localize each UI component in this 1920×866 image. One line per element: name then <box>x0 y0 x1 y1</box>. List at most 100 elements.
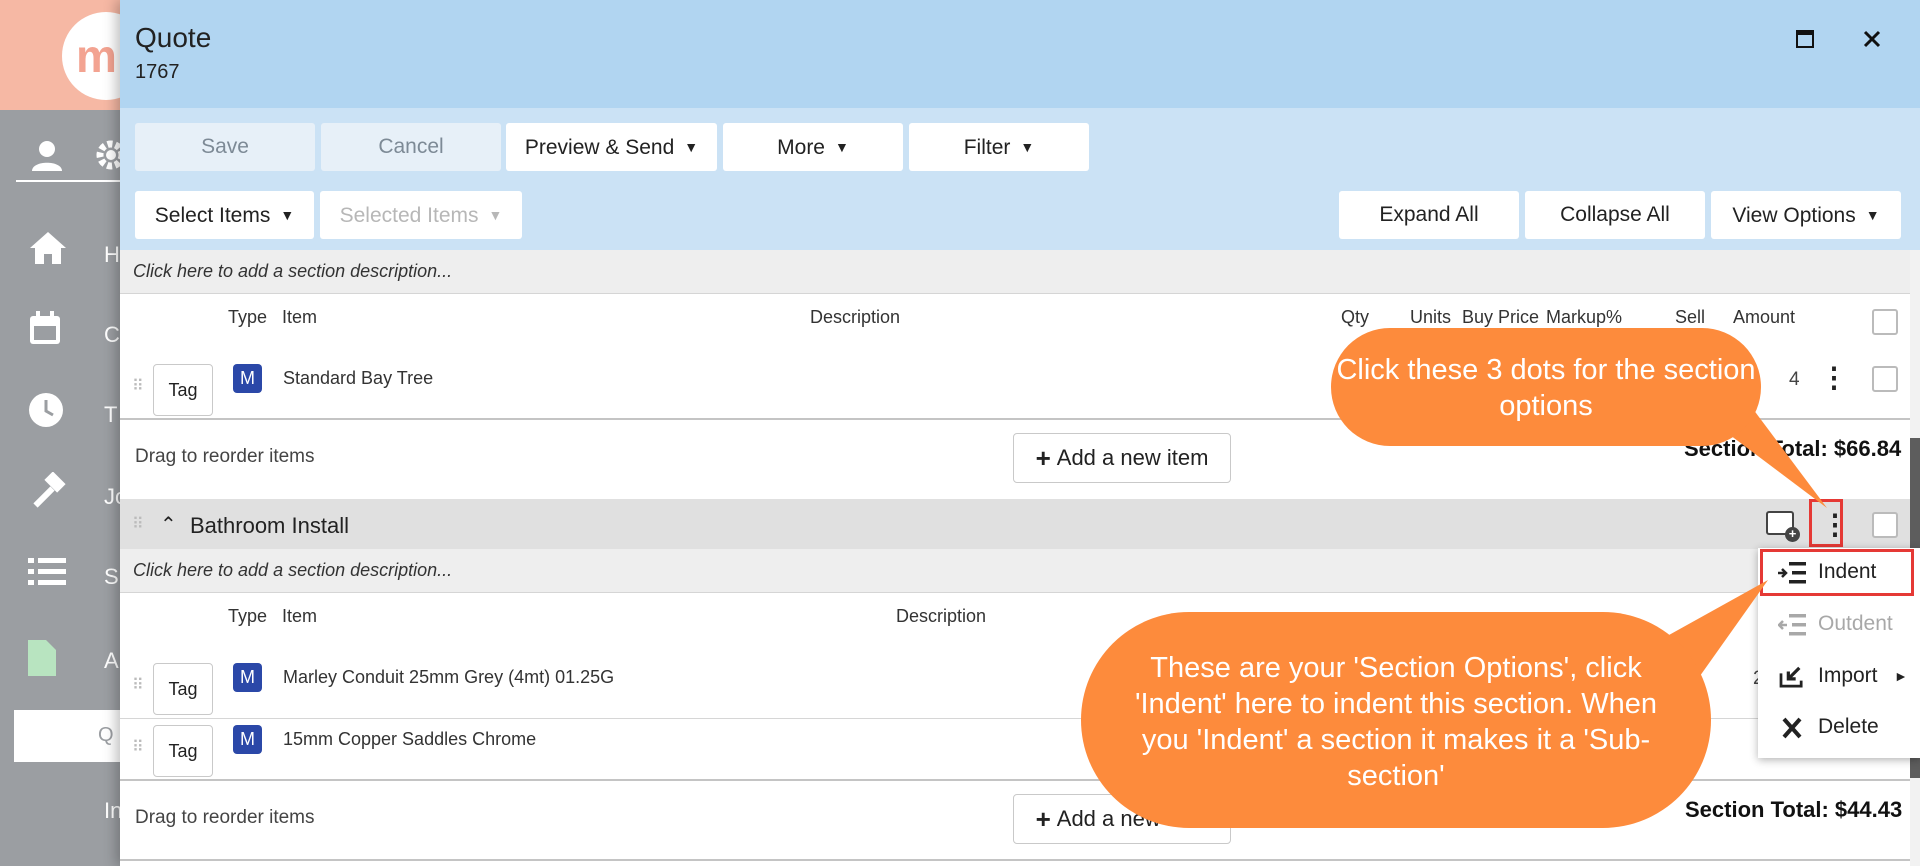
section-description-input[interactable]: Click here to add a section description.… <box>120 549 1910 593</box>
callout-section-options: These are your 'Section Options', click … <box>1081 612 1711 828</box>
column-markup: Markup% <box>1546 307 1623 327</box>
item-checkbox[interactable] <box>1872 366 1898 392</box>
quote-number: 1767 <box>135 61 180 83</box>
select-all-checkbox[interactable] <box>1872 309 1898 335</box>
item-name[interactable]: 15mm Copper Saddles Chrome <box>283 729 536 750</box>
column-sell: Sell <box>1675 307 1706 327</box>
tag-button[interactable]: Tag <box>153 663 213 715</box>
column-item: Item <box>282 606 318 626</box>
drag-hint: Drag to reorder items <box>135 807 315 828</box>
drag-handle-icon[interactable]: ⠿ <box>132 514 144 534</box>
close-icon[interactable] <box>1857 24 1887 54</box>
section-description-input[interactable]: Click here to add a section description.… <box>120 250 1910 294</box>
preview-send-button[interactable]: Preview & Send ▼ <box>506 123 717 171</box>
material-badge: M <box>233 725 262 754</box>
outdent-icon <box>1778 614 1806 636</box>
drag-handle-icon[interactable]: ⠿ <box>132 376 144 396</box>
preview-send-label: Preview & Send <box>524 136 675 159</box>
list-icon <box>28 558 66 585</box>
menu-item-import[interactable]: Import ► <box>1758 652 1920 700</box>
more-label: More <box>777 136 825 159</box>
home-icon <box>30 232 66 264</box>
hammer-icon <box>33 472 66 508</box>
callout-section-dots: Click these 3 dots for the section optio… <box>1331 328 1761 446</box>
selected-items-label: Selected Items <box>339 204 479 227</box>
menu-item-label: Outdent <box>1818 612 1893 635</box>
view-options-button[interactable]: View Options ▼ <box>1711 191 1901 239</box>
menu-item-label: Delete <box>1818 715 1879 738</box>
item-more-icon[interactable]: ⋮ <box>1820 364 1848 392</box>
indent-highlight <box>1760 549 1914 596</box>
calendar-icon <box>30 311 60 344</box>
filter-button[interactable]: Filter ▼ <box>909 123 1089 171</box>
item-amount: 4 <box>1789 369 1800 390</box>
material-badge: M <box>233 663 262 692</box>
nav-letter: T <box>104 402 118 427</box>
section-title[interactable]: Bathroom Install <box>190 513 349 539</box>
submenu-arrow-icon: ► <box>1894 668 1908 684</box>
import-icon <box>1779 666 1803 688</box>
background-user-row <box>16 132 136 182</box>
plus-icon: + <box>1035 443 1051 473</box>
modal-header: Quote 1767 <box>120 0 1920 108</box>
save-button[interactable]: Save <box>135 123 315 171</box>
nav-letter: S <box>104 564 119 589</box>
background-header: m <box>0 0 150 110</box>
section-note-add-icon[interactable] <box>1766 511 1800 542</box>
column-buy-price: Buy Price <box>1462 307 1540 327</box>
select-items-label: Select Items <box>154 204 271 227</box>
clock-icon <box>29 393 63 427</box>
caret-down-icon: ▼ <box>488 207 503 223</box>
expand-all-button[interactable]: Expand All <box>1339 191 1519 239</box>
menu-item-label: Import <box>1818 664 1878 687</box>
view-options-label: View Options <box>1732 204 1856 227</box>
column-amount: Amount <box>1733 307 1796 327</box>
section-options-highlight <box>1809 499 1843 547</box>
nav-letter: H <box>104 242 120 267</box>
plus-icon: + <box>1035 804 1051 834</box>
nav-letter: A <box>104 648 119 673</box>
more-button[interactable]: More ▼ <box>723 123 903 171</box>
tag-button[interactable]: Tag <box>153 364 213 416</box>
cancel-label: Cancel <box>378 135 444 158</box>
collapse-all-button[interactable]: Collapse All <box>1525 191 1705 239</box>
section-header: ⠿ ⌃ Bathroom Install ⋮ <box>120 499 1910 551</box>
column-item: Item <box>282 307 318 327</box>
delete-icon <box>1782 717 1802 739</box>
column-units: Units <box>1410 307 1452 327</box>
add-item-label: Add a new item <box>1056 445 1209 470</box>
caret-down-icon: ▼ <box>280 207 295 223</box>
drag-handle-icon[interactable]: ⠿ <box>132 675 144 695</box>
cancel-button[interactable]: Cancel <box>321 123 501 171</box>
modal-title: Quote <box>135 22 212 53</box>
document-icon <box>28 640 56 676</box>
collapse-chevron-icon[interactable]: ⌃ <box>160 512 177 537</box>
user-icon <box>32 141 62 171</box>
menu-item-delete[interactable]: Delete <box>1758 703 1920 751</box>
nav-letter: C <box>104 322 120 347</box>
toolbar: Save Cancel Preview & Send ▼ More ▼ Filter… <box>120 108 1920 250</box>
tag-button[interactable]: Tag <box>153 725 213 777</box>
column-type: Type <box>228 307 268 327</box>
item-name[interactable]: Marley Conduit 25mm Grey (4mt) 01.25G <box>283 667 614 688</box>
section-total: Section Total: $44.43 <box>1685 797 1903 822</box>
column-description: Description <box>810 307 901 327</box>
drag-hint: Drag to reorder items <box>135 446 315 467</box>
save-label: Save <box>201 135 249 158</box>
collapse-all-label: Collapse All <box>1560 203 1670 226</box>
select-items-button[interactable]: Select Items ▼ <box>135 191 314 239</box>
caret-down-icon: ▼ <box>684 139 699 155</box>
row-divider <box>120 859 1910 861</box>
menu-item-outdent[interactable]: Outdent <box>1758 600 1920 648</box>
expand-all-label: Expand All <box>1379 203 1479 226</box>
material-badge: M <box>233 364 262 393</box>
selected-items-button[interactable]: Selected Items ▼ <box>320 191 522 239</box>
add-item-button[interactable]: + Add a new item <box>1013 433 1231 483</box>
drag-handle-icon[interactable]: ⠿ <box>132 737 144 757</box>
item-name[interactable]: Standard Bay Tree <box>283 368 433 389</box>
section-checkbox[interactable] <box>1872 512 1898 538</box>
window-maximize-icon[interactable] <box>1790 24 1820 54</box>
column-type: Type <box>228 606 268 626</box>
caret-down-icon: ▼ <box>835 139 849 155</box>
column-qty: Qty <box>1341 307 1370 327</box>
